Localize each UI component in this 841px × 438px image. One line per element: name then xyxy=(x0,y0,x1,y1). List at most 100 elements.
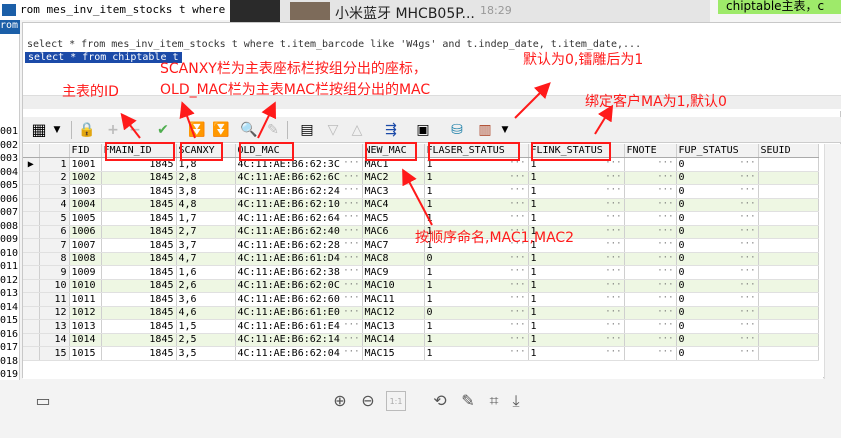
table-row[interactable]: 15101518453,54C:11:AE:B6:62:04MAC15110 xyxy=(23,346,819,361)
cell-flink-status[interactable]: 1 xyxy=(528,306,625,320)
cell-flaser-status[interactable]: 0 xyxy=(424,306,529,320)
cell-old-mac[interactable]: 4C:11:AE:B6:62:40 xyxy=(235,225,363,239)
cell-scanxy[interactable]: 2,8 xyxy=(176,171,236,185)
cell-new-mac[interactable]: MAC13 xyxy=(362,319,425,334)
cell-seuid[interactable] xyxy=(758,225,819,239)
download-icon[interactable]: ⤓ xyxy=(506,391,526,411)
cell-flaser-status[interactable]: 1 xyxy=(424,171,529,185)
cell-scanxy[interactable]: 1,7 xyxy=(176,211,236,226)
cell-scanxy[interactable]: 1,5 xyxy=(176,319,236,334)
cell-old-mac[interactable]: 4C:11:AE:B6:61:E0 xyxy=(235,306,363,320)
cell-flink-status[interactable]: 1 xyxy=(528,211,625,226)
cell-new-mac[interactable]: MAC9 xyxy=(362,265,425,280)
cell-fid[interactable]: 1011 xyxy=(69,292,102,307)
cell-flaser-status[interactable]: 1 xyxy=(424,198,529,212)
print-icon[interactable]: ▤ xyxy=(297,120,317,140)
cell-fnote[interactable] xyxy=(624,225,677,239)
cell-seuid[interactable] xyxy=(758,319,819,334)
cell-fup-status[interactable]: 0 xyxy=(676,279,759,293)
cell-seuid[interactable] xyxy=(758,265,819,280)
cell-flaser-status[interactable]: 1 xyxy=(424,184,529,199)
cell-fnote[interactable] xyxy=(624,171,677,185)
grid-vscroll[interactable] xyxy=(824,144,841,379)
cell-flaser-status[interactable]: 1 xyxy=(424,292,529,307)
cell-flaser-status[interactable]: 1 xyxy=(424,346,529,361)
cell-fnote[interactable] xyxy=(624,198,677,212)
cell-fmain-id[interactable]: 1845 xyxy=(101,279,177,293)
cell-old-mac[interactable]: 4C:11:AE:B6:62:6C xyxy=(235,171,363,185)
cell-fnote[interactable] xyxy=(624,157,677,172)
cell-scanxy[interactable]: 3,8 xyxy=(176,184,236,199)
cell-old-mac[interactable]: 4C:11:AE:B6:62:24 xyxy=(235,184,363,199)
cell-seuid[interactable] xyxy=(758,292,819,307)
cell-new-mac[interactable]: MAC4 xyxy=(362,198,425,212)
table-row[interactable]: 9100918451,64C:11:AE:B6:62:38MAC9110 xyxy=(23,265,819,280)
cell-fnote[interactable] xyxy=(624,333,677,347)
last-icon[interactable]: ⏬ xyxy=(211,120,231,140)
cell-flink-status[interactable]: 1 xyxy=(528,333,625,347)
cell-fmain-id[interactable]: 1845 xyxy=(101,211,177,226)
cell-fup-status[interactable]: 0 xyxy=(676,252,759,266)
thumbnail-icon[interactable]: ▭ xyxy=(33,391,53,411)
cell-new-mac[interactable]: MAC14 xyxy=(362,333,425,347)
cell-new-mac[interactable]: MAC2 xyxy=(362,171,425,185)
table-row[interactable]: 4100418454,84C:11:AE:B6:62:10MAC4110 xyxy=(23,198,819,212)
cell-fup-status[interactable]: 0 xyxy=(676,198,759,212)
cell-fid[interactable]: 1013 xyxy=(69,319,102,334)
cell-scanxy[interactable]: 4,8 xyxy=(176,198,236,212)
post-icon[interactable]: ✔ xyxy=(153,120,173,140)
cell-fmain-id[interactable]: 1845 xyxy=(101,171,177,185)
cell-fmain-id[interactable]: 1845 xyxy=(101,238,177,253)
cell-fup-status[interactable]: 0 xyxy=(676,225,759,239)
cell-old-mac[interactable]: 4C:11:AE:B6:62:64 xyxy=(235,211,363,226)
cell-fup-status[interactable]: 0 xyxy=(676,292,759,307)
cell-flaser-status[interactable]: 1 xyxy=(424,265,529,280)
cell-seuid[interactable] xyxy=(758,184,819,199)
cell-fmain-id[interactable]: 1845 xyxy=(101,306,177,320)
cell-fmain-id[interactable]: 1845 xyxy=(101,333,177,347)
cell-fid[interactable]: 1003 xyxy=(69,184,102,199)
cell-fid[interactable]: 1002 xyxy=(69,171,102,185)
cell-scanxy[interactable]: 4,7 xyxy=(176,252,236,266)
cell-new-mac[interactable]: MAC11 xyxy=(362,292,425,307)
table-row[interactable]: 5100518451,74C:11:AE:B6:62:64MAC5110 xyxy=(23,211,819,226)
cell-fup-status[interactable]: 0 xyxy=(676,319,759,334)
chart-dropdown-icon[interactable]: ▼ xyxy=(495,120,515,140)
cell-old-mac[interactable]: 4C:11:AE:B6:61:D4 xyxy=(235,252,363,266)
cell-old-mac[interactable]: 4C:11:AE:B6:62:14 xyxy=(235,333,363,347)
cell-flink-status[interactable]: 1 xyxy=(528,198,625,212)
grid-menu-icon[interactable]: ▦ xyxy=(29,120,49,140)
cell-seuid[interactable] xyxy=(758,346,819,361)
cell-seuid[interactable] xyxy=(758,211,819,226)
cell-fup-status[interactable]: 0 xyxy=(676,333,759,347)
cell-seuid[interactable] xyxy=(758,198,819,212)
cell-scanxy[interactable]: 3,7 xyxy=(176,238,236,253)
cell-scanxy[interactable]: 3,5 xyxy=(176,346,236,361)
cell-old-mac[interactable]: 4C:11:AE:B6:62:04 xyxy=(235,346,363,361)
cell-new-mac[interactable]: MAC5 xyxy=(362,211,425,226)
cell-fid[interactable]: 1012 xyxy=(69,306,102,320)
cell-old-mac[interactable]: 4C:11:AE:B6:62:10 xyxy=(235,198,363,212)
remove-icon[interactable]: − xyxy=(125,120,145,140)
rotate-icon[interactable]: ⟲ xyxy=(430,391,450,411)
cell-fmain-id[interactable]: 1845 xyxy=(101,292,177,307)
cell-fup-status[interactable]: 0 xyxy=(676,184,759,199)
cell-fnote[interactable] xyxy=(624,292,677,307)
cell-old-mac[interactable]: 4C:11:AE:B6:62:60 xyxy=(235,292,363,307)
cell-fnote[interactable] xyxy=(624,265,677,280)
dropdown-icon[interactable]: ▼ xyxy=(47,120,67,140)
editor-tab-title[interactable]: rom mes_inv_item_stocks t where t.it xyxy=(20,3,230,16)
cell-flink-status[interactable]: 1 xyxy=(528,171,625,185)
cell-fid[interactable]: 1014 xyxy=(69,333,102,347)
cell-flink-status[interactable]: 1 xyxy=(528,184,625,199)
cell-fup-status[interactable]: 0 xyxy=(676,238,759,253)
cell-flink-status[interactable]: 1 xyxy=(528,252,625,266)
column-header-seuid[interactable]: SEUID xyxy=(758,144,819,158)
table-row[interactable]: 11101118453,64C:11:AE:B6:62:60MAC11110 xyxy=(23,292,819,307)
cell-new-mac[interactable]: MAC10 xyxy=(362,279,425,293)
query-icon[interactable]: ⛁ xyxy=(447,120,467,140)
chart-icon[interactable]: ▥ xyxy=(475,120,495,140)
cell-fmain-id[interactable]: 1845 xyxy=(101,319,177,334)
down-icon[interactable]: △ xyxy=(347,120,367,140)
cell-flaser-status[interactable]: 0 xyxy=(424,252,529,266)
